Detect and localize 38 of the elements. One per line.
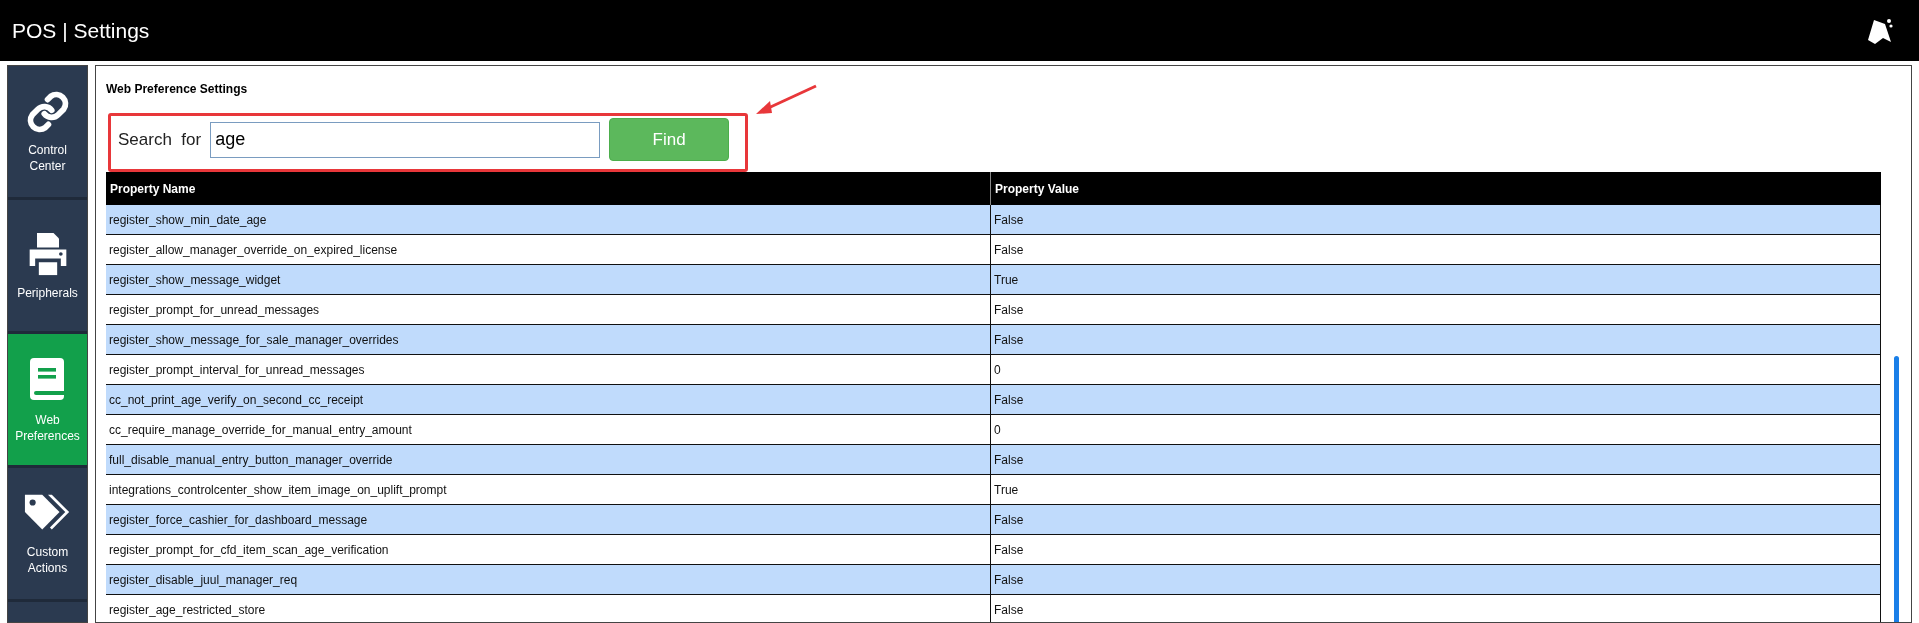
window-title: POS | Settings — [12, 17, 150, 44]
table-cell: register_allow_manager_override_on_expired_license — [106, 235, 991, 264]
table-cell: False — [991, 235, 1881, 264]
search-label: Search for — [118, 128, 202, 151]
sidebar-item[interactable]: Custom Actions — [8, 468, 87, 599]
table-cell: register_prompt_interval_for_unread_messages — [106, 355, 991, 384]
search-field[interactable]: age — [210, 121, 601, 158]
table-cell: integrations_controlcenter_show_item_image_on_uplift_prompt — [106, 475, 991, 504]
table-cell: register_show_message_widget — [106, 265, 991, 294]
table-cell: register_disable_juul_manager_req — [106, 565, 991, 594]
table-cell: False — [991, 505, 1881, 534]
panel-title: Web Preference Settings — [106, 81, 249, 98]
table-cell: True — [991, 265, 1881, 294]
table-cell: False — [991, 535, 1881, 564]
table-cell: False — [991, 295, 1881, 324]
table-cell: register_show_min_date_age — [106, 205, 991, 234]
table-cell: False — [991, 385, 1881, 414]
table-cell: register_show_message_for_sale_manager_overrides — [106, 325, 991, 354]
table-cell: cc_require_manage_override_for_manual_entry_amount — [106, 415, 991, 444]
sidebar-item[interactable]: Control Center — [8, 66, 87, 197]
table-cell: False — [991, 325, 1881, 354]
table-cell: False — [991, 445, 1881, 474]
table-cell: full_disable_manual_entry_button_manager_override — [106, 445, 991, 474]
table-cell: True — [991, 475, 1881, 504]
table-cell: False — [991, 595, 1881, 622]
table-cell: False — [991, 565, 1881, 594]
arrow-icon — [754, 84, 818, 116]
table-cell: cc_not_print_age_verify_on_second_cc_receipt — [106, 385, 991, 414]
table-cell: register_force_cashier_for_dashboard_message — [106, 505, 991, 534]
column-header: Property Value — [994, 180, 1081, 198]
table-cell: False — [991, 205, 1881, 234]
table-cell: 0 — [991, 415, 1881, 444]
sidebar-item[interactable]: Peripherals — [8, 200, 87, 331]
table-cell: 0 — [991, 355, 1881, 384]
link-icon — [25, 89, 70, 134]
table-cell: register_prompt_for_unread_messages — [106, 295, 991, 324]
table-cell: register_prompt_for_cfd_item_scan_age_verification — [106, 535, 991, 564]
table-cell: register_age_restricted_store — [106, 595, 991, 622]
